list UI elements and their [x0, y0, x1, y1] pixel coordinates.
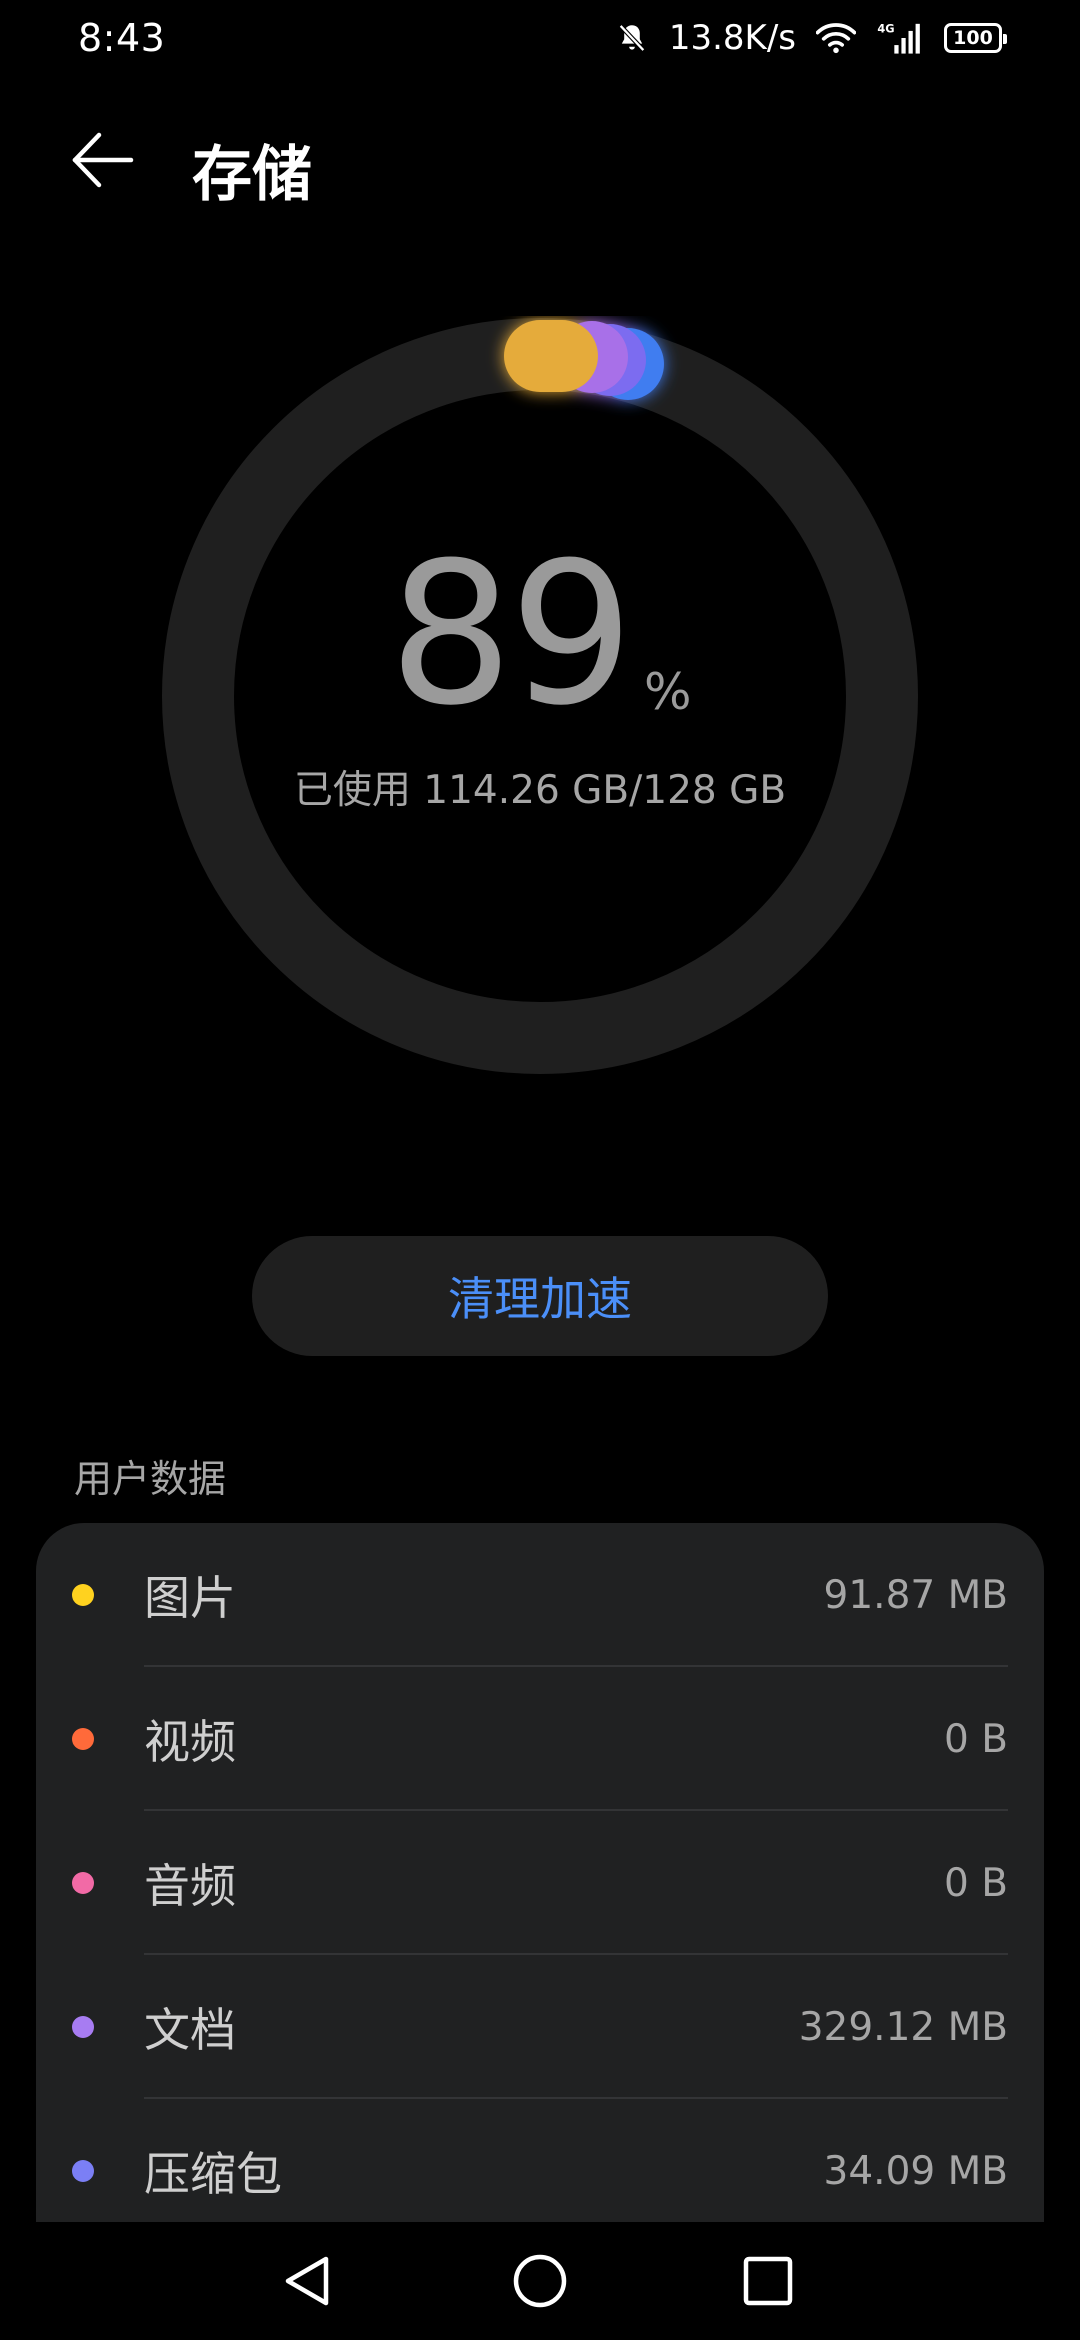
item-value: 0 B	[944, 1716, 1008, 1762]
item-value: 0 B	[944, 1860, 1008, 1906]
network-speed: 13.8K/s	[668, 18, 796, 58]
list-item-documents[interactable]: 文档 329.12 MB	[36, 1955, 1044, 2099]
user-data-list: 图片 91.87 MB 视频 0 B 音频 0 B 文档 329.12 MB 压…	[36, 1523, 1044, 2223]
bell-off-icon	[615, 21, 649, 55]
circle-home-icon	[513, 2254, 567, 2308]
triangle-back-icon	[285, 2256, 329, 2306]
status-time: 8:43	[78, 16, 166, 60]
system-nav-bar	[0, 2222, 1080, 2340]
color-dot	[72, 1872, 94, 1894]
page-title: 存储	[192, 140, 312, 210]
wifi-icon	[816, 22, 856, 54]
back-button[interactable]	[62, 120, 142, 200]
status-bar: 8:43 13.8K/s 4G 100	[0, 0, 1080, 76]
list-item-videos[interactable]: 视频 0 B	[36, 1667, 1044, 1811]
item-label: 视频	[144, 1715, 236, 1769]
ring-center: 89 % 已使用 114.26 GB/128 GB	[160, 316, 920, 1076]
item-label: 图片	[144, 1571, 236, 1625]
item-value: 34.09 MB	[823, 2148, 1008, 2194]
percent-row: 89 %	[389, 537, 692, 733]
item-label: 音频	[144, 1859, 236, 1913]
section-title: 用户数据	[74, 1457, 227, 1501]
list-item-archives[interactable]: 压缩包 34.09 MB	[36, 2099, 1044, 2223]
status-icons: 13.8K/s 4G 100	[615, 18, 1007, 58]
nav-home-button[interactable]	[505, 2246, 575, 2316]
color-dot	[72, 2016, 94, 2038]
storage-ring: 89 % 已使用 114.26 GB/128 GB	[160, 316, 920, 1076]
list-item-audio[interactable]: 音频 0 B	[36, 1811, 1044, 1955]
nav-back-button[interactable]	[272, 2246, 342, 2316]
battery-indicator: 100	[944, 23, 1007, 53]
network-type-label: 4G	[877, 21, 894, 35]
used-percent: 89	[388, 521, 634, 749]
nav-recent-button[interactable]	[733, 2246, 803, 2316]
color-dot	[72, 2160, 94, 2182]
color-dot	[72, 1584, 94, 1606]
item-label: 文档	[144, 2003, 236, 2057]
signal-icon: 4G	[876, 21, 924, 55]
list-item-images[interactable]: 图片 91.87 MB	[36, 1523, 1044, 1667]
item-label: 压缩包	[144, 2147, 282, 2201]
arrow-left-icon	[72, 132, 134, 188]
item-value: 91.87 MB	[823, 1572, 1008, 1618]
header: 存储	[0, 110, 1080, 210]
item-value: 329.12 MB	[798, 2004, 1008, 2050]
square-recent-icon	[743, 2256, 793, 2306]
color-dot	[72, 1728, 94, 1750]
clean-speedup-button[interactable]: 清理加速	[252, 1236, 828, 1356]
percent-sign: %	[643, 663, 692, 721]
used-capacity-text: 已使用 114.26 GB/128 GB	[293, 768, 787, 813]
